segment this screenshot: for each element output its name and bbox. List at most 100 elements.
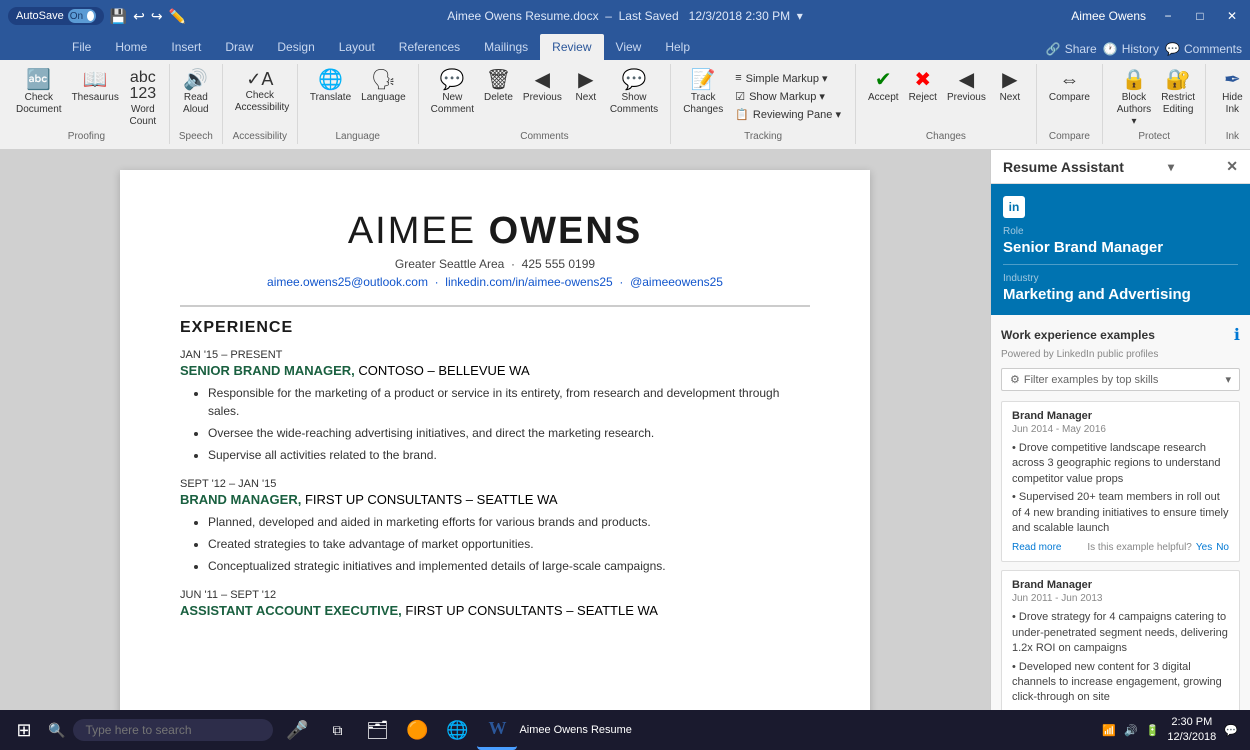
undo-icon[interactable]: ↩ [133, 8, 145, 25]
taskbar-network-icon[interactable]: 📶 [1102, 724, 1116, 737]
card-1-helpful-text: Is this example helpful? [1087, 542, 1192, 553]
history-btn[interactable]: 🕐 History [1103, 42, 1159, 56]
tab-design[interactable]: Design [265, 34, 326, 60]
taskbar-search-input[interactable] [73, 719, 273, 741]
autosave-badge[interactable]: AutoSave On [8, 7, 104, 25]
translate-icon: 🌐 [318, 70, 343, 90]
role-label: Role [1003, 226, 1238, 237]
show-markup-btn[interactable]: ☑ Show Markup ▾ [729, 88, 847, 105]
filter-bar[interactable]: ⚙ Filter examples by top skills ▾ [1001, 368, 1240, 391]
compare-btn[interactable]: ⇔ Compare [1045, 64, 1094, 128]
filter-dropdown-icon[interactable]: ▾ [1225, 373, 1231, 386]
ribbon-group-speech: 🔊 ReadAloud Speech [170, 64, 223, 144]
reject-btn[interactable]: ✖ Reject [905, 64, 941, 128]
check-document-btn[interactable]: 🔤 CheckDocument [12, 64, 66, 128]
autosave-knob [87, 11, 94, 21]
maximize-btn[interactable]: □ [1190, 6, 1210, 26]
list-item: Created strategies to take advantage of … [208, 535, 810, 553]
hide-ink-btn[interactable]: ✒ HideInk [1214, 64, 1250, 128]
document-area[interactable]: AIMEE OWENS Greater Seattle Area · 425 5… [0, 150, 990, 710]
filename-label: Aimee Owens Resume.docx [447, 9, 598, 23]
autosave-toggle[interactable]: On [68, 9, 96, 23]
email-link[interactable]: aimee.owens25@outlook.com [267, 275, 428, 289]
taskbar-word[interactable]: W [477, 710, 517, 750]
user-name: Aimee Owens [1071, 9, 1146, 23]
taskbar-volume-icon[interactable]: 🔊 [1124, 724, 1138, 737]
tab-help[interactable]: Help [653, 34, 702, 60]
simple-markup-btn[interactable]: ≡ Simple Markup ▾ [729, 70, 847, 87]
tab-references[interactable]: References [387, 34, 472, 60]
next-change-btn[interactable]: ▶ Next [992, 64, 1028, 128]
redo-icon[interactable]: ↪ [151, 8, 163, 25]
twitter-link[interactable]: @aimeeowens25 [630, 275, 723, 289]
industry-value[interactable]: Marketing and Advertising [1003, 286, 1238, 303]
prev-comment-btn[interactable]: ◀ Previous [519, 64, 566, 128]
job-3: JUN '11 – SEPT '12 ASSISTANT ACCOUNT EXE… [180, 589, 810, 618]
share-btn[interactable]: 🔗 Share [1046, 42, 1097, 56]
read-aloud-btn[interactable]: 🔊 ReadAloud [178, 64, 214, 128]
ribbon-group-ink: ✒ HideInk Ink [1206, 64, 1250, 144]
show-comments-btn[interactable]: 💬 ShowComments [606, 64, 662, 128]
tab-layout[interactable]: Layout [327, 34, 387, 60]
ribbon: 🔤 CheckDocument 📖 Thesaurus abc123 WordC… [0, 60, 1250, 150]
card-1-no-btn[interactable]: No [1216, 542, 1229, 553]
block-authors-btn[interactable]: 🔒 BlockAuthors ▾ [1111, 64, 1157, 128]
card-1-bullet-1: • Drove competitive landscape research a… [1012, 441, 1229, 487]
thesaurus-btn[interactable]: 📖 Thesaurus [68, 64, 123, 128]
resume-panel-collapse[interactable]: ▾ [1168, 160, 1174, 174]
touch-icon[interactable]: ✏️ [169, 8, 186, 25]
language-btn[interactable]: 🗣 Language [357, 64, 410, 128]
taskbar-edge[interactable]: 🌐 [437, 710, 477, 750]
minimize-btn[interactable]: − [1158, 6, 1178, 26]
list-item: Responsible for the marketing of a produ… [208, 384, 810, 420]
check-accessibility-btn[interactable]: ✓A CheckAccessibility [231, 64, 289, 128]
prev-change-btn[interactable]: ◀ Previous [943, 64, 990, 128]
card-1-read-more[interactable]: Read more [1012, 542, 1061, 553]
taskbar-mic[interactable]: 🎤 [277, 710, 317, 750]
notifications-icon[interactable]: 💬 [1224, 724, 1238, 737]
work-exp-info-icon[interactable]: ℹ [1234, 325, 1240, 345]
resume-panel-content[interactable]: Work experience examples ℹ Powered by Li… [991, 315, 1250, 710]
tab-review[interactable]: Review [540, 34, 603, 60]
delete-icon: 🗑 [486, 70, 511, 90]
taskbar-file-explorer[interactable]: 🗂 [357, 710, 397, 750]
tab-insert[interactable]: Insert [159, 34, 213, 60]
taskbar-clock[interactable]: 2:30 PM 12/3/2018 [1167, 715, 1216, 746]
accept-icon: ✔ [875, 70, 892, 90]
save-icon[interactable]: 💾 [110, 8, 127, 25]
experience-card-2: Brand Manager Jun 2011 - Jun 2013 • Drov… [1001, 570, 1240, 710]
ribbon-tabs: File Home Insert Draw Design Layout Refe… [0, 32, 1250, 60]
taskbar-battery-icon[interactable]: 🔋 [1146, 724, 1160, 737]
next-comment-btn[interactable]: ▶ Next [568, 64, 604, 128]
word-count-btn[interactable]: abc123 WordCount [125, 64, 161, 128]
comments-btn[interactable]: 💬 Comments [1165, 42, 1242, 56]
delete-comment-btn[interactable]: 🗑 Delete [480, 64, 517, 128]
tab-home[interactable]: Home [103, 34, 159, 60]
close-btn[interactable]: ✕ [1222, 6, 1242, 26]
resume-panel-close-btn[interactable]: ✕ [1226, 158, 1238, 175]
card-1-yes-btn[interactable]: Yes [1196, 542, 1212, 553]
role-value[interactable]: Senior Brand Manager [1003, 239, 1238, 265]
doc-divider [180, 305, 810, 307]
language-icon: 🗣 [371, 70, 396, 90]
tab-file[interactable]: File [60, 34, 103, 60]
accept-btn[interactable]: ✔ Accept [864, 64, 903, 128]
linkedin-link[interactable]: linkedin.com/in/aimee-owens25 [445, 275, 612, 289]
tab-draw[interactable]: Draw [213, 34, 265, 60]
translate-btn[interactable]: 🌐 Translate [306, 64, 355, 128]
job-1: JAN '15 – PRESENT SENIOR BRAND MANAGER, … [180, 349, 810, 464]
restrict-editing-btn[interactable]: 🔐 RestrictEditing [1159, 64, 1197, 128]
reviewing-pane-btn[interactable]: 📋 Reviewing Pane ▾ [729, 106, 847, 123]
taskbar: ⊞ 🔍 🎤 ⧉ 🗂 🟠 🌐 W Aimee Owens Resume 📶 🔊 🔋… [0, 710, 1250, 750]
ribbon-group-comments: 💬 NewComment 🗑 Delete ◀ Previous ▶ Next … [419, 64, 672, 144]
job-2-company: FIRST UP CONSULTANTS – SEATTLE WA [305, 492, 558, 507]
taskbar-store[interactable]: 🟠 [397, 710, 437, 750]
track-changes-btn[interactable]: 📝 TrackChanges [679, 64, 727, 128]
show-comments-icon: 💬 [622, 70, 647, 90]
tab-view[interactable]: View [604, 34, 654, 60]
tab-mailings[interactable]: Mailings [472, 34, 540, 60]
new-comment-btn[interactable]: 💬 NewComment [427, 64, 478, 128]
simple-markup-icon: ≡ [735, 72, 741, 84]
taskbar-task-view[interactable]: ⧉ [317, 710, 357, 750]
start-button[interactable]: ⊞ [4, 710, 44, 750]
